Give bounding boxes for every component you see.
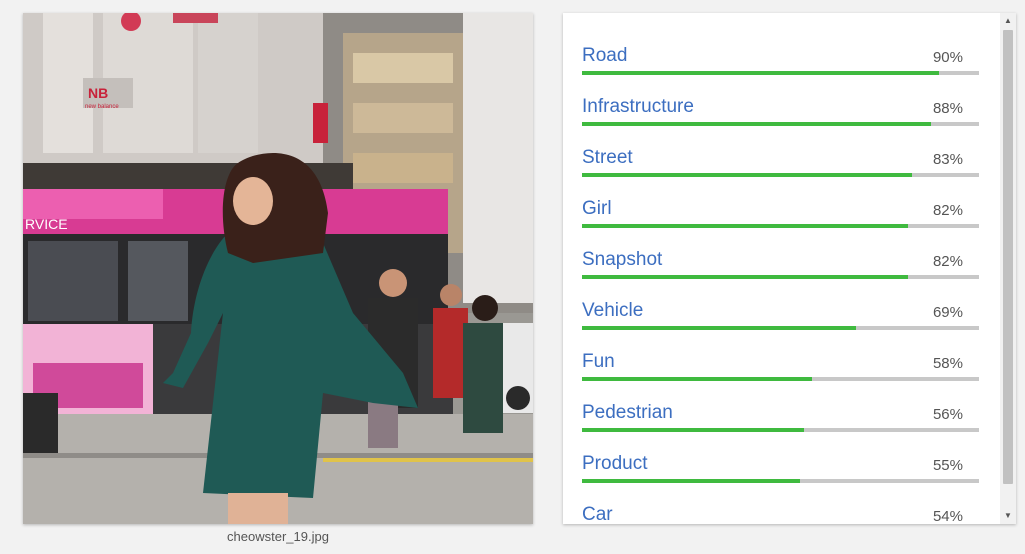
label-row-fun[interactable]: Fun 58% xyxy=(582,347,979,398)
score-bar-fill xyxy=(582,122,932,126)
scroll-down-arrow-icon[interactable]: ▼ xyxy=(1000,508,1016,524)
label-score: 88% xyxy=(932,100,963,117)
svg-text:RVICE: RVICE xyxy=(25,216,68,232)
score-bar-fill xyxy=(582,71,940,75)
image-filename: cheowster_19.jpg xyxy=(227,529,329,544)
score-bar-fill xyxy=(582,275,908,279)
label-score: 90% xyxy=(932,49,963,66)
label-name: Girl xyxy=(582,198,612,219)
scroll-up-arrow-icon[interactable]: ▲ xyxy=(1000,13,1016,29)
label-row-product[interactable]: Product 55% xyxy=(582,449,979,500)
label-row-infrastructure[interactable]: Infrastructure 88% xyxy=(582,92,979,143)
score-bar-fill xyxy=(582,224,908,228)
photo-image[interactable]: NB new balance RVICE xyxy=(23,13,533,524)
score-bar-fill xyxy=(582,377,813,381)
score-bar-fill xyxy=(582,428,805,432)
label-name: Infrastructure xyxy=(582,96,694,117)
score-bar-fill xyxy=(582,326,856,330)
label-score: 83% xyxy=(932,151,963,168)
label-row-vehicle[interactable]: Vehicle 69% xyxy=(582,296,979,347)
score-bar-fill xyxy=(582,173,912,177)
score-bar-track xyxy=(582,479,979,483)
label-name: Vehicle xyxy=(582,300,644,321)
scroll-thumb[interactable] xyxy=(1003,30,1013,484)
scrollbar[interactable]: ▲ ▼ xyxy=(1000,13,1016,524)
label-name: Road xyxy=(582,45,628,66)
label-row-road[interactable]: Road 90% xyxy=(582,41,979,92)
label-name: Product xyxy=(582,453,648,474)
label-row-car[interactable]: Car 54% xyxy=(582,500,979,524)
label-score: 82% xyxy=(932,202,963,219)
label-name: Fun xyxy=(582,351,615,372)
label-list: Road 90% Infrastructure 88% Street 83% Girl 82%… xyxy=(582,41,979,524)
label-row-girl[interactable]: Girl 82% xyxy=(582,194,979,245)
label-score: 69% xyxy=(932,304,963,321)
street-photo: NB new balance RVICE xyxy=(23,13,533,524)
score-bar-track xyxy=(582,122,979,126)
labels-panel: Road 90% Infrastructure 88% Street 83% Girl 82%… xyxy=(563,13,1016,524)
svg-text:new balance: new balance xyxy=(85,104,119,110)
label-score: 82% xyxy=(932,253,963,270)
score-bar-fill xyxy=(582,479,801,483)
label-row-pedestrian[interactable]: Pedestrian 56% xyxy=(582,398,979,449)
label-score: 58% xyxy=(932,355,963,372)
score-bar-track xyxy=(582,71,979,75)
label-name: Car xyxy=(582,504,613,524)
score-bar-track xyxy=(582,173,979,177)
label-row-snapshot[interactable]: Snapshot 82% xyxy=(582,245,979,296)
label-name: Snapshot xyxy=(582,249,663,270)
label-score: 54% xyxy=(932,508,963,524)
label-name: Pedestrian xyxy=(582,402,673,423)
label-score: 56% xyxy=(932,406,963,423)
label-score: 55% xyxy=(932,457,963,474)
score-bar-track xyxy=(582,224,979,228)
score-bar-track xyxy=(582,326,979,330)
score-bar-track xyxy=(582,275,979,279)
label-name: Street xyxy=(582,147,633,168)
label-row-street[interactable]: Street 83% xyxy=(582,143,979,194)
svg-text:NB: NB xyxy=(88,85,108,101)
score-bar-track xyxy=(582,377,979,381)
score-bar-track xyxy=(582,428,979,432)
